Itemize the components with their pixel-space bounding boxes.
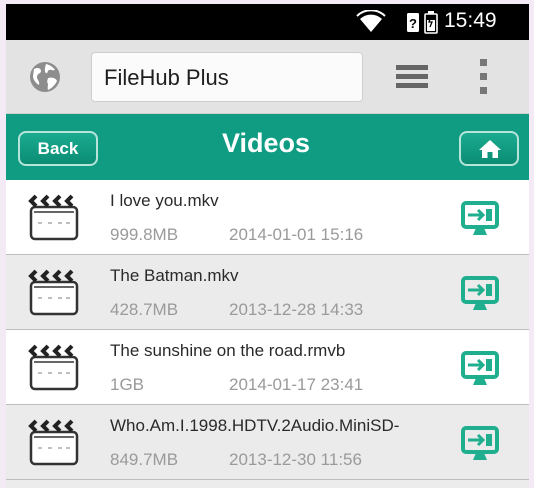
file-date: 2013-12-28 14:33 xyxy=(229,300,364,319)
address-field[interactable]: FileHub Plus xyxy=(91,52,363,102)
page-title: Videos xyxy=(221,128,311,158)
list-item[interactable]: The Batman.mkv 428.7MB 2013-12-28 14:33 xyxy=(6,255,529,330)
status-bar: ? 15:49 xyxy=(6,4,529,40)
file-date: 2013-12-30 11:56 xyxy=(229,450,362,469)
phone-screen: ? 15:49 FileHub Plus Back Videos I love … xyxy=(6,4,529,488)
list-item[interactable]: Who.Am.I.1998.HDTV.2Audio.MiniSD- 849.7M… xyxy=(6,405,529,480)
file-name: I love you.mkv xyxy=(110,191,219,210)
file-size: 849.7MB xyxy=(110,450,179,469)
video-clapperboard-icon xyxy=(28,344,79,391)
file-list: I love you.mkv 999.8MB 2014-01-01 15:16 … xyxy=(6,180,529,480)
clock: 15:49 xyxy=(444,9,497,32)
globe-icon[interactable] xyxy=(28,60,62,94)
cast-to-screen-icon[interactable] xyxy=(460,426,500,462)
toolbar: Back Videos xyxy=(6,114,529,180)
file-size: 999.8MB xyxy=(110,225,179,244)
file-name: Who.Am.I.1998.HDTV.2Audio.MiniSD- xyxy=(110,416,400,435)
back-button[interactable]: Back xyxy=(18,131,98,166)
cast-to-screen-icon[interactable] xyxy=(460,351,500,387)
home-icon xyxy=(479,140,501,158)
list-item[interactable]: The sunshine on the road.rmvb 1GB 2014-0… xyxy=(6,330,529,405)
file-name: The sunshine on the road.rmvb xyxy=(110,341,346,360)
wifi-icon xyxy=(356,10,386,32)
cast-to-screen-icon[interactable] xyxy=(460,276,500,312)
file-date: 2014-01-01 15:16 xyxy=(229,225,364,244)
file-size: 428.7MB xyxy=(110,300,179,319)
overflow-menu-icon[interactable] xyxy=(478,57,490,97)
svg-text:?: ? xyxy=(409,16,417,31)
video-clapperboard-icon xyxy=(28,194,79,241)
file-size: 1GB xyxy=(110,375,145,394)
list-view-icon[interactable] xyxy=(396,65,428,89)
battery-icon xyxy=(424,11,438,34)
cast-to-screen-icon[interactable] xyxy=(460,201,500,237)
video-clapperboard-icon xyxy=(28,419,79,466)
home-button[interactable] xyxy=(459,131,519,166)
file-date: 2014-01-17 23:41 xyxy=(229,375,364,394)
app-title: FileHub Plus xyxy=(104,65,229,90)
file-name: The Batman.mkv xyxy=(110,266,239,285)
sim-unknown-icon: ? xyxy=(407,13,419,32)
list-item[interactable]: I love you.mkv 999.8MB 2014-01-01 15:16 xyxy=(6,180,529,255)
video-clapperboard-icon xyxy=(28,269,79,316)
app-bar: FileHub Plus xyxy=(6,40,529,114)
